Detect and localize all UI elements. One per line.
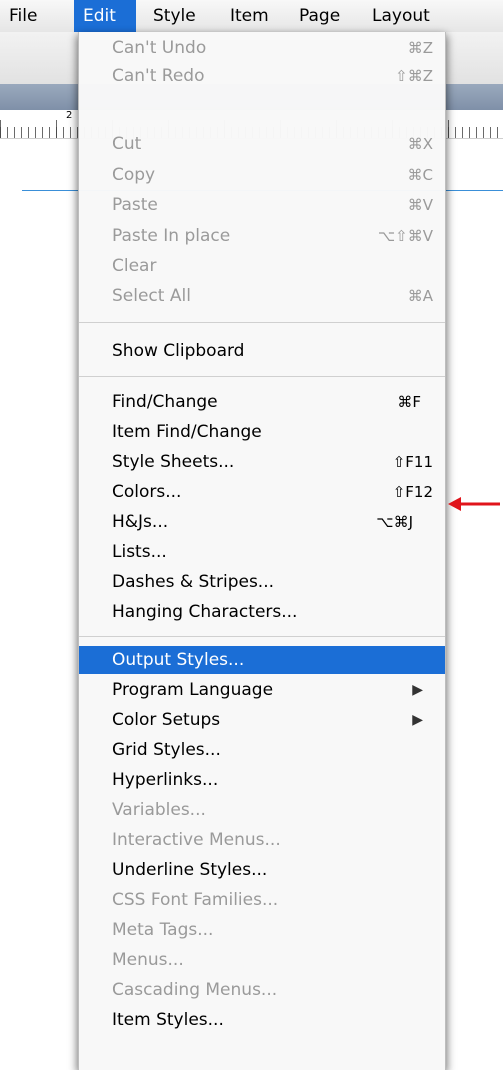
menu-separator xyxy=(79,322,445,323)
menu-item-label: Underline Styles... xyxy=(112,860,268,880)
red-arrow-icon xyxy=(448,497,500,511)
menu-item-show-clipboard[interactable]: Show Clipboard xyxy=(79,337,445,365)
shortcut-label: ⇧F12 xyxy=(392,483,433,501)
menu-item-label: Lists... xyxy=(112,542,167,562)
shortcut-label: ⌥⌘J xyxy=(376,513,413,531)
shortcut-label: ⌘C xyxy=(407,166,433,184)
menu-separator xyxy=(79,376,445,377)
menu-item-find-change[interactable]: Find/Change ⌘F xyxy=(79,388,445,416)
menu-item-label: Select All xyxy=(112,286,191,306)
menu-item-hanging-characters[interactable]: Hanging Characters... xyxy=(79,598,445,626)
menu-item-menus[interactable]: Menus... xyxy=(79,946,445,974)
chevron-right-icon: ▶ xyxy=(412,682,423,698)
shortcut-label: ⇧⌘Z xyxy=(395,67,433,85)
ruler-number: 2 xyxy=(66,110,73,121)
menu-item-paste-in-place[interactable]: Paste In place ⌥⇧⌘V xyxy=(79,222,445,250)
shortcut-label: ⌘V xyxy=(407,196,433,214)
menu-item-label: Grid Styles... xyxy=(112,740,221,760)
menu-item-item-styles[interactable]: Item Styles... xyxy=(79,1006,445,1034)
menu-item-interactive-menus[interactable]: Interactive Menus... xyxy=(79,826,445,854)
shortcut-label: ⌥⇧⌘V xyxy=(377,227,433,245)
menu-item-hjs[interactable]: H&Js... ⌥⌘J xyxy=(79,508,445,536)
menu-item-select-all[interactable]: Select All ⌘A xyxy=(79,282,445,310)
menu-item-label: CSS Font Families... xyxy=(112,890,279,910)
menu-item-label: Color Setups xyxy=(112,710,221,730)
menu-item[interactable]: Item xyxy=(221,0,278,32)
menu-item-cut[interactable]: Cut ⌘X xyxy=(79,130,445,158)
menu-item-paste[interactable]: Paste ⌘V xyxy=(79,191,445,219)
menu-item-dashes-stripes[interactable]: Dashes & Stripes... xyxy=(79,568,445,596)
menu-item-label: Menus... xyxy=(112,950,184,970)
chevron-right-icon: ▶ xyxy=(412,712,423,728)
menu-item-label: H&Js... xyxy=(112,512,169,532)
menu-item-label: Show Clipboard xyxy=(112,341,245,361)
menu-item-label: Cut xyxy=(112,134,142,154)
menu-item-label: Item Styles... xyxy=(112,1010,224,1030)
menu-item-label: Hanging Characters... xyxy=(112,602,298,622)
menu-item-label: Program Language xyxy=(112,680,274,700)
menu-item-label: Paste xyxy=(112,195,158,215)
menu-item-label: Cascading Menus... xyxy=(112,980,278,1000)
menu-item-label: Style Sheets... xyxy=(112,452,235,472)
menu-style[interactable]: Style xyxy=(144,0,205,32)
menu-item-label: Can't Redo xyxy=(112,66,205,86)
menu-item-variables[interactable]: Variables... xyxy=(79,796,445,824)
menu-item-label: Hyperlinks... xyxy=(112,770,219,790)
menu-separator xyxy=(79,636,445,637)
shortcut-label: ⌘A xyxy=(407,287,433,305)
menu-item-program-language[interactable]: Program Language ▶ xyxy=(79,676,445,704)
menu-item-label: Copy xyxy=(112,165,156,185)
menu-item-lists[interactable]: Lists... xyxy=(79,538,445,566)
menu-item-color-setups[interactable]: Color Setups ▶ xyxy=(79,706,445,734)
menu-layout[interactable]: Layout xyxy=(363,0,439,32)
menu-page[interactable]: Page xyxy=(290,0,349,32)
edit-menu-dropdown: Can't Undo ⌘Z Can't Redo ⇧⌘Z Cut ⌘X Copy… xyxy=(78,32,446,1070)
menu-item-item-find-change[interactable]: Item Find/Change xyxy=(79,418,445,446)
menu-item-label: Interactive Menus... xyxy=(112,830,281,850)
menu-item-label: Dashes & Stripes... xyxy=(112,572,275,592)
menu-item-label: Output Styles... xyxy=(112,650,245,670)
menu-item-label: Find/Change xyxy=(112,392,218,412)
menu-item-meta-tags[interactable]: Meta Tags... xyxy=(79,916,445,944)
menu-item-hyperlinks[interactable]: Hyperlinks... xyxy=(79,766,445,794)
menu-item-label: Meta Tags... xyxy=(112,920,214,940)
menu-item-label: Clear xyxy=(112,256,157,276)
menu-item-copy[interactable]: Copy ⌘C xyxy=(79,161,445,189)
shortcut-label: ⇧F11 xyxy=(392,453,433,471)
menu-bar: File Edit Style Item Page Layout xyxy=(0,0,503,33)
menu-item-css-font-families[interactable]: CSS Font Families... xyxy=(79,886,445,914)
menu-item-grid-styles[interactable]: Grid Styles... xyxy=(79,736,445,764)
menu-item-cascading-menus[interactable]: Cascading Menus... xyxy=(79,976,445,1004)
menu-item-label: Can't Undo xyxy=(112,38,207,58)
menu-edit[interactable]: Edit xyxy=(74,0,136,32)
menu-item-label: Paste In place xyxy=(112,226,231,246)
shortcut-label: ⌘Z xyxy=(407,39,433,57)
document-canvas[interactable] xyxy=(0,139,22,1070)
menu-item-style-sheets[interactable]: Style Sheets... ⇧F11 xyxy=(79,448,445,476)
menu-item-cant-undo[interactable]: Can't Undo ⌘Z xyxy=(79,34,445,62)
menu-item-clear[interactable]: Clear xyxy=(79,252,445,280)
shortcut-label: ⌘X xyxy=(407,135,433,153)
menu-item-colors[interactable]: Colors... ⇧F12 xyxy=(79,478,445,506)
menu-file[interactable]: File xyxy=(0,0,46,32)
menu-item-label: Variables... xyxy=(112,800,206,820)
shortcut-label: ⌘F xyxy=(397,393,421,411)
menu-item-output-styles[interactable]: Output Styles... xyxy=(79,646,445,674)
menu-item-label: Colors... xyxy=(112,482,182,502)
menu-item-label: Item Find/Change xyxy=(112,422,262,442)
menu-item-underline-styles[interactable]: Underline Styles... xyxy=(79,856,445,884)
menu-item-cant-redo[interactable]: Can't Redo ⇧⌘Z xyxy=(79,62,445,90)
